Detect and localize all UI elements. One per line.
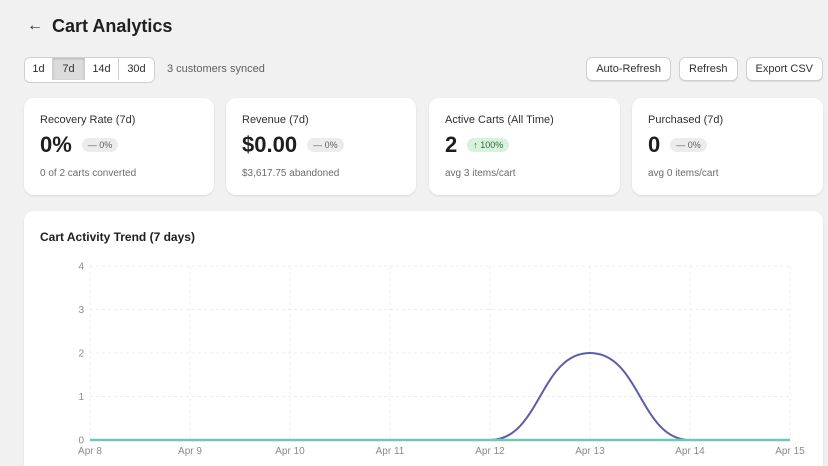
page-title: Cart Analytics: [52, 15, 173, 36]
y-tick-label: 0: [78, 436, 84, 447]
card-value: 0%: [40, 132, 72, 157]
purchased-card: Purchased (7d) 0 — 0% avg 0 items/cart: [632, 98, 823, 195]
range-1d-button[interactable]: 1d: [25, 58, 53, 80]
card-label: Revenue (7d): [242, 114, 309, 126]
x-tick-label: Apr 11: [376, 446, 405, 457]
x-tick-label: Apr 13: [575, 446, 605, 457]
range-7d-button[interactable]: 7d: [53, 58, 85, 80]
x-tick-label: Apr 14: [675, 446, 705, 457]
card-label: Recovery Rate (7d): [40, 114, 136, 126]
refresh-button[interactable]: Refresh: [679, 57, 738, 81]
revenue-card: Revenue (7d) $0.00 — 0% $3,617.75 abando…: [226, 98, 416, 195]
card-subtext: avg 3 items/cart: [445, 168, 516, 179]
y-tick-label: 2: [78, 349, 84, 360]
x-tick-label: Apr 12: [475, 446, 505, 457]
x-tick-label: Apr 8: [78, 446, 102, 457]
change-badge: — 0%: [670, 138, 707, 152]
card-value: 0: [648, 132, 661, 157]
cart-analytics-page: ← Cart Analytics 1d 7d 14d 30d 3 custome…: [0, 0, 828, 466]
toolbar: 1d 7d 14d 30d 3 customers synced Auto-Re…: [24, 57, 823, 83]
activity-trend-card: Cart Activity Trend (7 days) 0 1 2 3 4 Apr 8A…: [24, 211, 823, 466]
range-30d-button[interactable]: 30d: [119, 58, 154, 80]
card-label: Purchased (7d): [648, 114, 724, 126]
card-label: Active Carts (All Time): [445, 114, 554, 126]
y-tick-label: 4: [78, 262, 84, 273]
card-subtext: $3,617.75 abandoned: [242, 168, 340, 179]
change-badge: — 0%: [307, 138, 344, 152]
page-header: ← Cart Analytics: [24, 12, 172, 40]
card-value-row: 0% — 0%: [40, 132, 119, 158]
x-tick-label: Apr 10: [275, 446, 305, 457]
card-subtext: 0 of 2 carts converted: [40, 168, 137, 179]
card-value-row: 2 ↑ 100%: [445, 132, 510, 158]
x-tick-label: Apr 15: [775, 446, 805, 457]
range-14d-button[interactable]: 14d: [85, 58, 119, 80]
y-tick-label: 1: [78, 392, 84, 403]
export-csv-button[interactable]: Export CSV: [745, 57, 823, 81]
range-selector: 1d 7d 14d 30d: [24, 57, 155, 83]
card-value: $0.00: [242, 132, 298, 157]
card-value-row: 0 — 0%: [648, 132, 707, 158]
card-subtext: avg 0 items/cart: [648, 168, 719, 179]
activity-trend-chart: 0 1 2 3 4 Apr 8 Apr 9 Apr 10 Apr 11 Apr 12 Apr 13 A…: [78, 262, 805, 458]
toolbar-actions: Auto-Refresh Refresh Export CSV: [586, 57, 823, 81]
recovery-rate-card: Recovery Rate (7d) 0% — 0% 0 of 2 carts …: [24, 98, 214, 195]
card-value: 2: [445, 132, 458, 157]
x-tick-label: Apr 9: [178, 446, 202, 457]
active-carts-card: Active Carts (All Time) 2 ↑ 100% avg 3 i…: [429, 98, 620, 195]
sync-status: 3 customers synced: [167, 63, 265, 75]
auto-refresh-button[interactable]: Auto-Refresh: [586, 57, 671, 81]
change-badge: — 0%: [81, 138, 119, 152]
card-value-row: $0.00 — 0%: [242, 132, 344, 158]
arrow-left-icon: ←: [27, 17, 43, 34]
back-button[interactable]: ←: [24, 15, 46, 37]
change-badge: ↑ 100%: [467, 138, 510, 152]
y-tick-label: 3: [78, 305, 84, 316]
